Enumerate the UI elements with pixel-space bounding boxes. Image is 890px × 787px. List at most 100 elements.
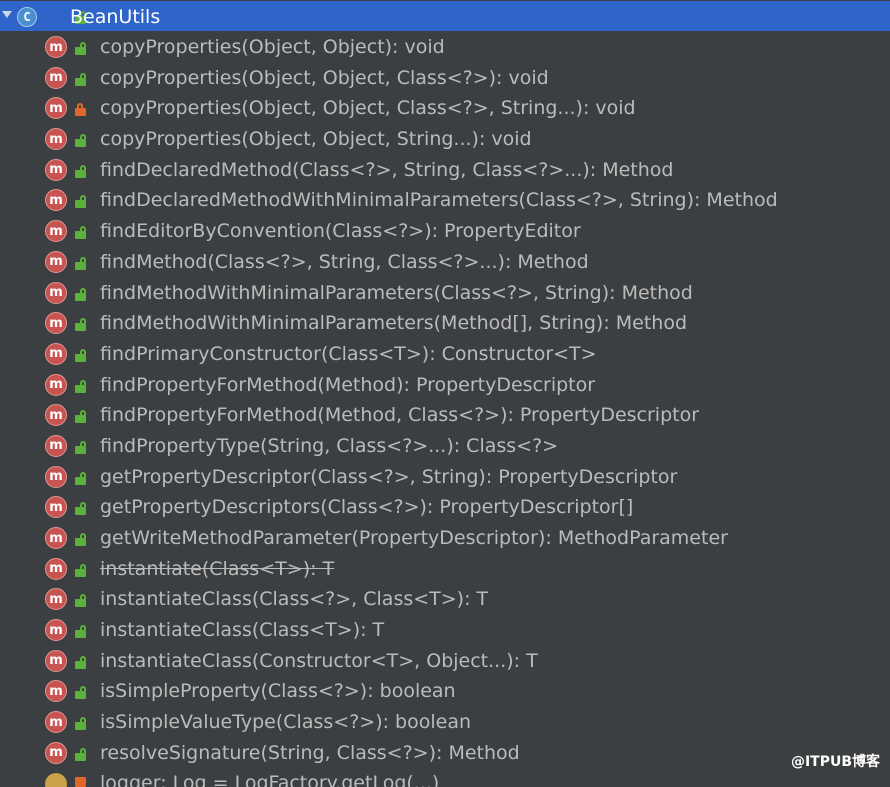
method-signature: copyProperties(Object, Object, Class<?>,… (100, 97, 636, 120)
public-lock-icon (75, 348, 87, 362)
method-icon: m (45, 189, 67, 212)
method-icon: m (45, 220, 67, 243)
method-signature: copyProperties(Object, Object): void (100, 36, 445, 58)
method-signature: instantiateClass(Class<T>): T (100, 619, 385, 642)
method-row[interactable]: m getPropertyDescriptor(Class<?>, String)… (0, 462, 890, 493)
watermark: @ITPUB博客 (788, 750, 882, 772)
method-signature: findMethodWithMinimalParameters(Class<?>… (100, 281, 693, 304)
method-row[interactable]: m findPropertyForMethod(Method, Class<?>)… (0, 400, 890, 431)
class-name: BeanUtils (70, 6, 161, 28)
method-icon: m (45, 496, 67, 519)
method-row[interactable]: m copyProperties(Object, Object, String..… (0, 124, 890, 155)
method-signature: findMethodWithMinimalParameters(Method[]… (100, 312, 688, 335)
method-row[interactable]: m instantiateClass(Class<?>, Class<T>): T (0, 584, 890, 615)
method-row[interactable]: m copyProperties(Object, Object, Class<?>… (0, 93, 890, 124)
public-lock-icon (75, 72, 87, 86)
class-icon: C (17, 7, 37, 27)
method-signature: findDeclaredMethodWithMinimalParameters(… (100, 189, 778, 212)
public-lock-icon (75, 318, 87, 332)
method-signature: getPropertyDescriptors(Class<?>): Proper… (100, 496, 634, 519)
private-lock-icon (75, 103, 87, 117)
method-signature: findPropertyForMethod(Method): PropertyD… (100, 373, 596, 396)
public-lock-icon (75, 594, 87, 608)
method-row[interactable]: m isSimpleProperty(Class<?>): boolean (0, 676, 890, 707)
method-icon: m (45, 128, 67, 151)
method-signature: getWriteMethodParameter(PropertyDescript… (100, 527, 728, 549)
method-icon: m (45, 404, 67, 427)
method-signature: findPropertyForMethod(Method, Class<?>):… (100, 404, 700, 427)
method-row[interactable]: m getWriteMethodParameter(PropertyDescrip… (0, 523, 890, 554)
method-signature: findPrimaryConstructor(Class<T>): Constr… (100, 342, 597, 365)
public-lock-icon (75, 563, 87, 577)
public-lock-icon (75, 410, 87, 424)
method-icon: m (45, 373, 67, 396)
method-signature: isSimpleProperty(Class<?>): boolean (100, 680, 456, 703)
method-signature: findMethod(Class<?>, String, Class<?>...… (100, 250, 589, 273)
public-lock-icon (75, 226, 87, 240)
method-row[interactable]: m instantiate(Class<T>): T (0, 554, 890, 585)
method-icon: m (45, 557, 67, 580)
method-icon: m (45, 711, 67, 734)
public-lock-icon (75, 256, 87, 270)
method-icon: m (45, 97, 67, 120)
public-lock-icon (75, 625, 87, 639)
method-signature: instantiate(Class<T>): T (100, 557, 335, 580)
method-icon: m (45, 680, 67, 703)
method-row[interactable]: m findDeclaredMethod(Class<?>, String, Cl… (0, 155, 890, 186)
method-signature: instantiateClass(Class<?>, Class<T>): T (100, 588, 489, 611)
method-icon: m (45, 250, 67, 273)
field-icon (45, 773, 67, 787)
method-icon: m (45, 649, 67, 672)
public-lock-icon (75, 533, 87, 546)
method-row[interactable]: m findMethodWithMinimalParameters(Method[… (0, 308, 890, 339)
public-lock-icon (75, 440, 87, 454)
method-row[interactable]: m findDeclaredMethodWithMinimalParameters… (0, 185, 890, 216)
method-icon: m (45, 36, 67, 58)
method-row[interactable]: m getPropertyDescriptors(Class<?>): Prope… (0, 492, 890, 523)
method-row[interactable]: m instantiateClass(Class<T>): T (0, 615, 890, 646)
field-signature: logger: Log = LogFactory.getLog(...) (100, 772, 440, 787)
method-list: m copyProperties(Object, Object): void m co… (0, 32, 890, 769)
public-lock-icon (75, 287, 87, 301)
public-lock-icon (75, 164, 87, 178)
method-icon: m (45, 342, 67, 365)
method-row[interactable]: m findPrimaryConstructor(Class<T>): Const… (0, 339, 890, 370)
method-row[interactable]: m findEditorByConvention(Class<?>): Prope… (0, 216, 890, 247)
method-icon: m (45, 66, 67, 89)
public-lock-icon (75, 379, 87, 393)
method-row[interactable]: m isSimpleValueType(Class<?>): boolean (0, 707, 890, 738)
method-icon: m (45, 312, 67, 335)
method-row[interactable]: m copyProperties(Object, Object, Class<?>… (0, 63, 890, 94)
method-icon: m (45, 465, 67, 488)
method-icon: m (45, 588, 67, 611)
public-lock-icon (75, 195, 87, 209)
method-row[interactable]: m findPropertyForMethod(Method): Property… (0, 370, 890, 401)
method-row[interactable]: m resolveSignature(String, Class<?>): Met… (0, 738, 890, 769)
method-signature: findDeclaredMethod(Class<?>, String, Cla… (100, 158, 674, 181)
public-lock-icon (75, 134, 87, 148)
method-signature: copyProperties(Object, Object, String...… (100, 128, 532, 151)
method-signature: findPropertyType(String, Class<?>...): C… (100, 434, 559, 457)
method-signature: copyProperties(Object, Object, Class<?>)… (100, 66, 549, 89)
method-icon: m (45, 619, 67, 642)
class-node-row[interactable]: C BeanUtils (0, 1, 890, 31)
public-lock-icon (75, 747, 87, 761)
method-icon: m (45, 434, 67, 457)
public-lock-icon (75, 655, 87, 669)
method-row[interactable]: m findMethod(Class<?>, String, Class<?>..… (0, 247, 890, 278)
method-icon: m (45, 741, 67, 764)
method-signature: getPropertyDescriptor(Class<?>, String):… (100, 465, 678, 488)
field-row-partial[interactable]: logger: Log = LogFactory.getLog(...) (0, 767, 890, 787)
method-icon: m (45, 527, 67, 549)
method-icon: m (45, 281, 67, 304)
method-row[interactable]: m copyProperties(Object, Object): void (0, 32, 890, 63)
public-lock-icon (75, 471, 87, 485)
method-row[interactable]: m findPropertyType(String, Class<?>...): … (0, 431, 890, 462)
method-signature: resolveSignature(String, Class<?>): Meth… (100, 741, 520, 764)
method-row[interactable]: m findMethodWithMinimalParameters(Class<?… (0, 278, 890, 309)
public-lock-icon (75, 717, 87, 731)
expand-arrow-icon[interactable] (2, 11, 12, 18)
method-signature: findEditorByConvention(Class<?>): Proper… (100, 220, 581, 243)
public-lock-icon (75, 502, 87, 516)
method-row[interactable]: m instantiateClass(Constructor<T>, Object… (0, 646, 890, 677)
